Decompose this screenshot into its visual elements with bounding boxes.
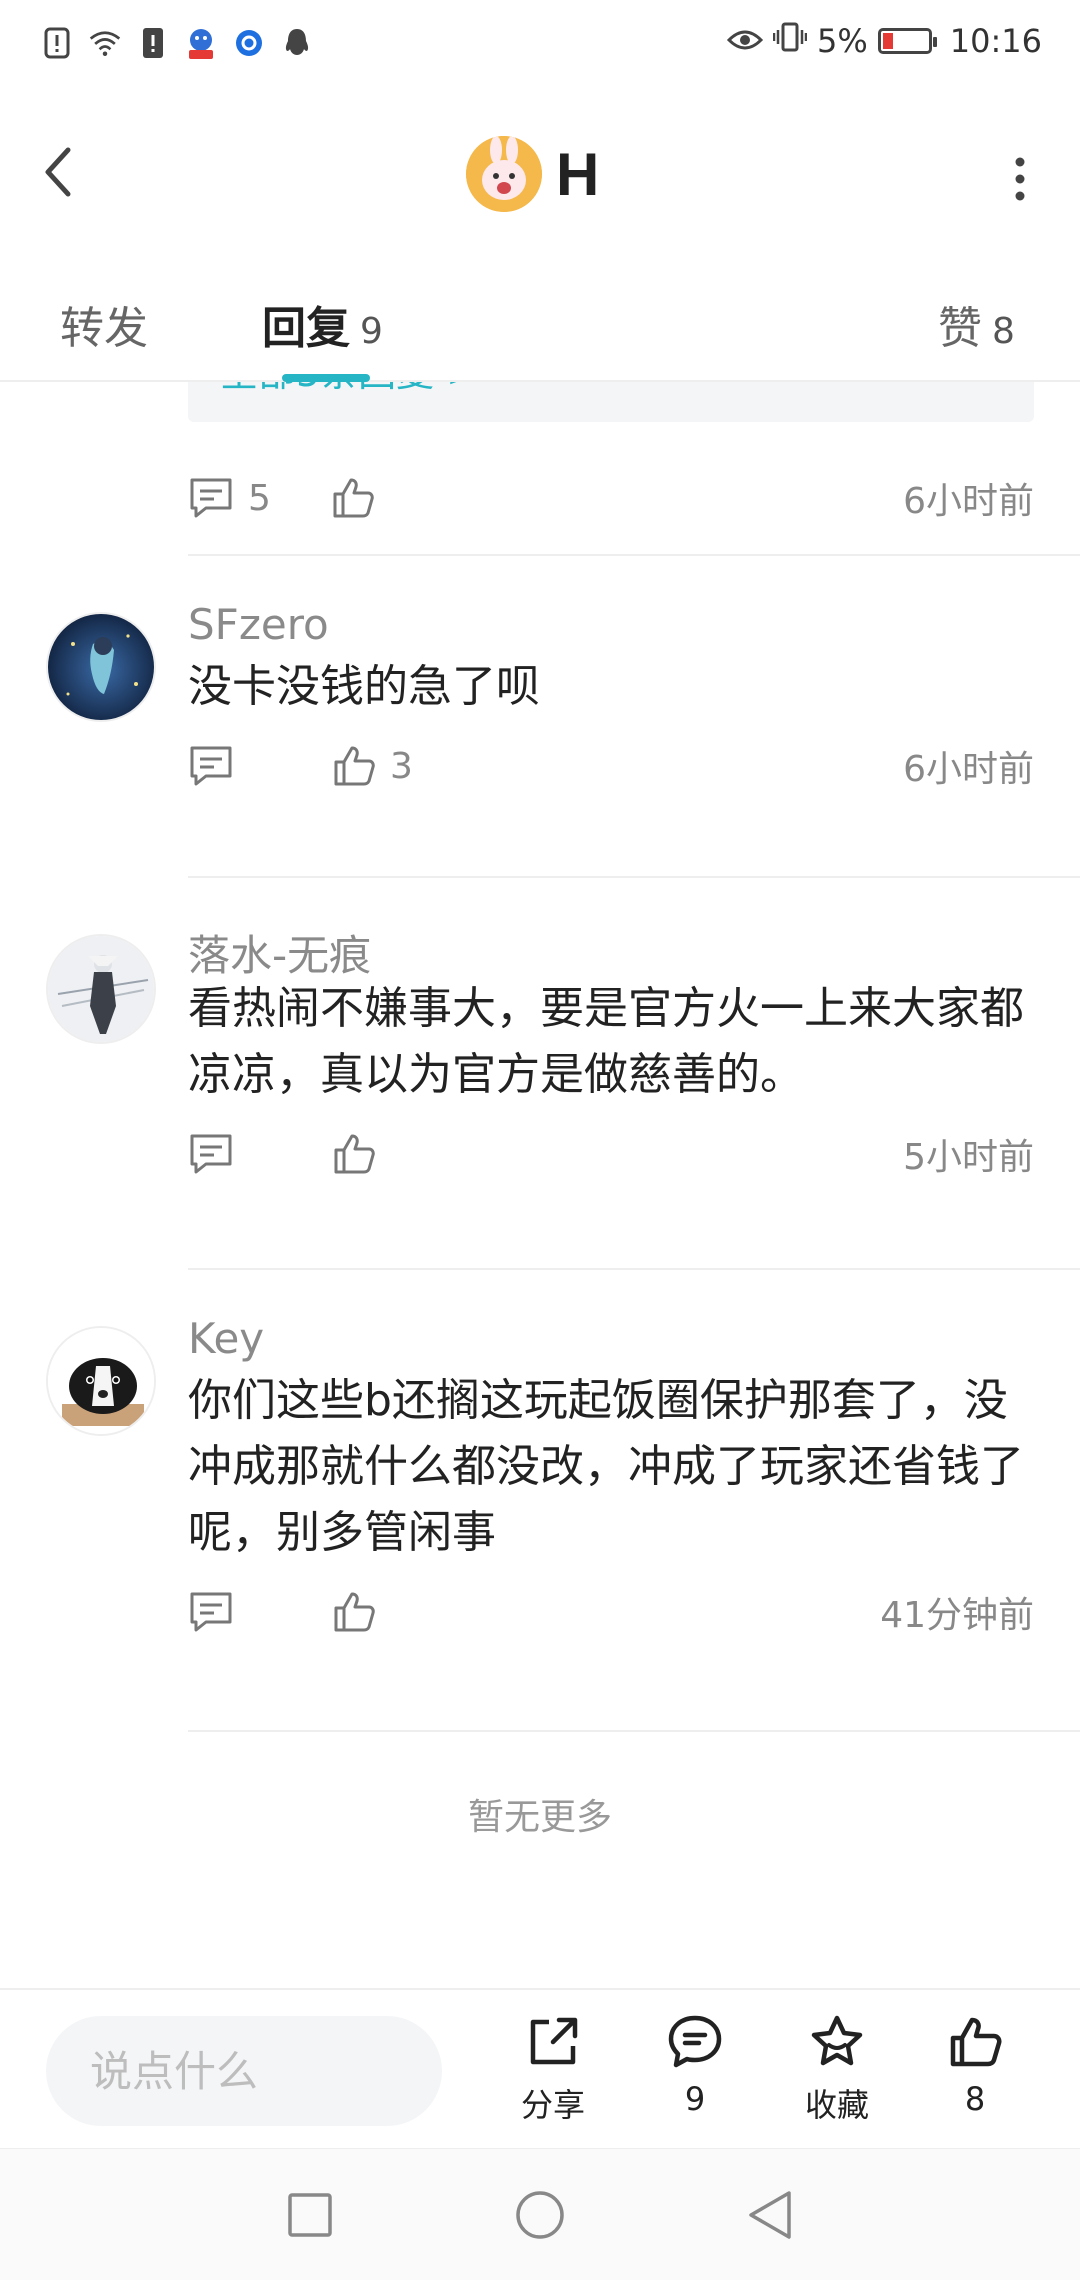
like-count: 3 bbox=[390, 745, 413, 787]
bottom-action-bar: 分享 9 收藏 8 bbox=[0, 1988, 1080, 2148]
tab-bar: 转发 回复 9 赞8 bbox=[0, 262, 1080, 382]
like-button[interactable] bbox=[332, 1590, 390, 1634]
qq-icon bbox=[280, 26, 314, 60]
system-nav-bar bbox=[0, 2148, 1080, 2280]
triangle-back-icon bbox=[749, 2191, 791, 2239]
thumbs-up-icon bbox=[333, 478, 374, 518]
share-icon bbox=[530, 2017, 578, 2065]
share-button[interactable]: 分享 bbox=[498, 2012, 608, 2126]
view-all-replies-link[interactable]: 全部5条回复 > bbox=[220, 382, 478, 397]
divider bbox=[188, 1730, 1080, 1732]
action-row: 5 6小时前 bbox=[188, 468, 1034, 528]
clock: 10:16 bbox=[949, 22, 1042, 60]
action-row: 41分钟前 bbox=[188, 1582, 1034, 1642]
avatar[interactable] bbox=[46, 612, 156, 722]
battery-icon bbox=[877, 28, 937, 54]
reply-text: 没卡没钱的急了呗 bbox=[188, 661, 540, 712]
thumbs-up-icon bbox=[334, 1592, 375, 1632]
tab-label: 回复 bbox=[262, 303, 350, 354]
sim-icon bbox=[136, 26, 170, 60]
divider bbox=[188, 876, 1080, 878]
avatar[interactable] bbox=[46, 1326, 156, 1436]
comment-icon bbox=[190, 746, 232, 786]
comment-icon bbox=[190, 1592, 232, 1632]
avatar[interactable] bbox=[46, 934, 156, 1044]
profile-title[interactable]: H bbox=[466, 136, 599, 212]
app-header: H bbox=[0, 92, 1080, 262]
no-more-label: 暂无更多 bbox=[467, 1797, 612, 1838]
reply-button[interactable] bbox=[188, 744, 248, 788]
tab-label: 转发 bbox=[60, 303, 148, 354]
like-button[interactable]: 8 bbox=[920, 2012, 1030, 2118]
like-button[interactable] bbox=[332, 1132, 390, 1176]
tab-repost[interactable]: 转发 bbox=[60, 292, 148, 356]
home-button[interactable] bbox=[510, 2185, 570, 2245]
battery-percent: 5% bbox=[817, 22, 868, 60]
sub-replies-box: 全部5条回复 > bbox=[188, 382, 1034, 422]
page-title: H bbox=[556, 140, 600, 208]
vibrate-icon bbox=[772, 22, 808, 60]
divider bbox=[188, 1268, 1080, 1270]
favorite-label: 收藏 bbox=[804, 2086, 869, 2124]
comment-icon bbox=[190, 478, 232, 518]
comment-bubble-icon bbox=[668, 2015, 722, 2068]
comment-count: 9 bbox=[684, 2080, 706, 2118]
tab-count: 8 bbox=[992, 311, 1015, 352]
circle-icon bbox=[516, 2191, 564, 2239]
back-button[interactable] bbox=[38, 142, 98, 216]
thumbs-up-icon bbox=[334, 746, 375, 786]
comment-input[interactable] bbox=[46, 2016, 442, 2126]
eye-icon bbox=[726, 22, 764, 60]
action-row: 3 6小时前 bbox=[188, 736, 1034, 796]
divider bbox=[188, 554, 1080, 556]
reply-button[interactable] bbox=[188, 1590, 248, 1634]
alert-icon bbox=[40, 26, 74, 60]
timestamp: 6小时前 bbox=[903, 481, 1034, 522]
more-vertical-icon bbox=[1015, 157, 1025, 201]
favorite-button[interactable]: 收藏 bbox=[782, 2012, 892, 2126]
username[interactable]: SFzero bbox=[188, 600, 329, 649]
tab-label: 赞 bbox=[938, 303, 982, 354]
reply-text: 你们这些b还搁这玩起饭圈保护那套了，没冲成那就什么都没改，冲成了玩家还省钱了呢，… bbox=[188, 1375, 1024, 1558]
tab-count: 9 bbox=[360, 311, 383, 352]
thumbs-up-icon bbox=[334, 1134, 375, 1174]
timestamp: 41分钟前 bbox=[880, 1595, 1034, 1636]
avatar[interactable] bbox=[466, 136, 542, 212]
comment-button[interactable]: 9 bbox=[640, 2012, 750, 2118]
reply-text: 看热闹不嫌事大，要是官方火一上来大家都凉凉，真以为官方是做慈善的。 bbox=[188, 983, 1024, 1100]
reply-list[interactable]: 全部5条回复 > 5 6小时前 SFzero 没卡没钱的急了呗 bbox=[0, 382, 1080, 1988]
status-bar: 5% 10:16 bbox=[0, 0, 1080, 92]
chevron-left-icon bbox=[45, 147, 71, 197]
like-count: 8 bbox=[964, 2080, 986, 2118]
square-icon bbox=[288, 2193, 332, 2237]
share-label: 分享 bbox=[520, 2086, 585, 2124]
star-icon bbox=[811, 2015, 863, 2066]
baidu-icon bbox=[184, 26, 218, 60]
reply-button[interactable]: 5 bbox=[188, 476, 271, 520]
reply-count: 5 bbox=[248, 477, 271, 519]
timestamp: 6小时前 bbox=[903, 749, 1034, 790]
back-nav-button[interactable] bbox=[740, 2185, 800, 2245]
timestamp: 5小时前 bbox=[903, 1137, 1034, 1178]
reply-button[interactable] bbox=[188, 1132, 248, 1176]
username[interactable]: Key bbox=[188, 1314, 264, 1363]
tab-likes[interactable]: 赞8 bbox=[938, 292, 1015, 356]
more-button[interactable] bbox=[1000, 148, 1040, 210]
username[interactable]: 落水-无痕 bbox=[188, 922, 371, 983]
thumbs-up-icon bbox=[950, 2017, 1002, 2067]
action-row: 5小时前 bbox=[188, 1124, 1034, 1184]
like-button[interactable]: 3 bbox=[332, 744, 413, 788]
comment-icon bbox=[190, 1134, 232, 1174]
tab-replies[interactable]: 回复 9 bbox=[262, 292, 383, 356]
wifi-icon bbox=[88, 26, 122, 60]
browser-icon bbox=[232, 26, 266, 60]
like-button[interactable] bbox=[331, 476, 389, 520]
active-tab-indicator bbox=[282, 374, 370, 382]
recents-button[interactable] bbox=[280, 2185, 340, 2245]
